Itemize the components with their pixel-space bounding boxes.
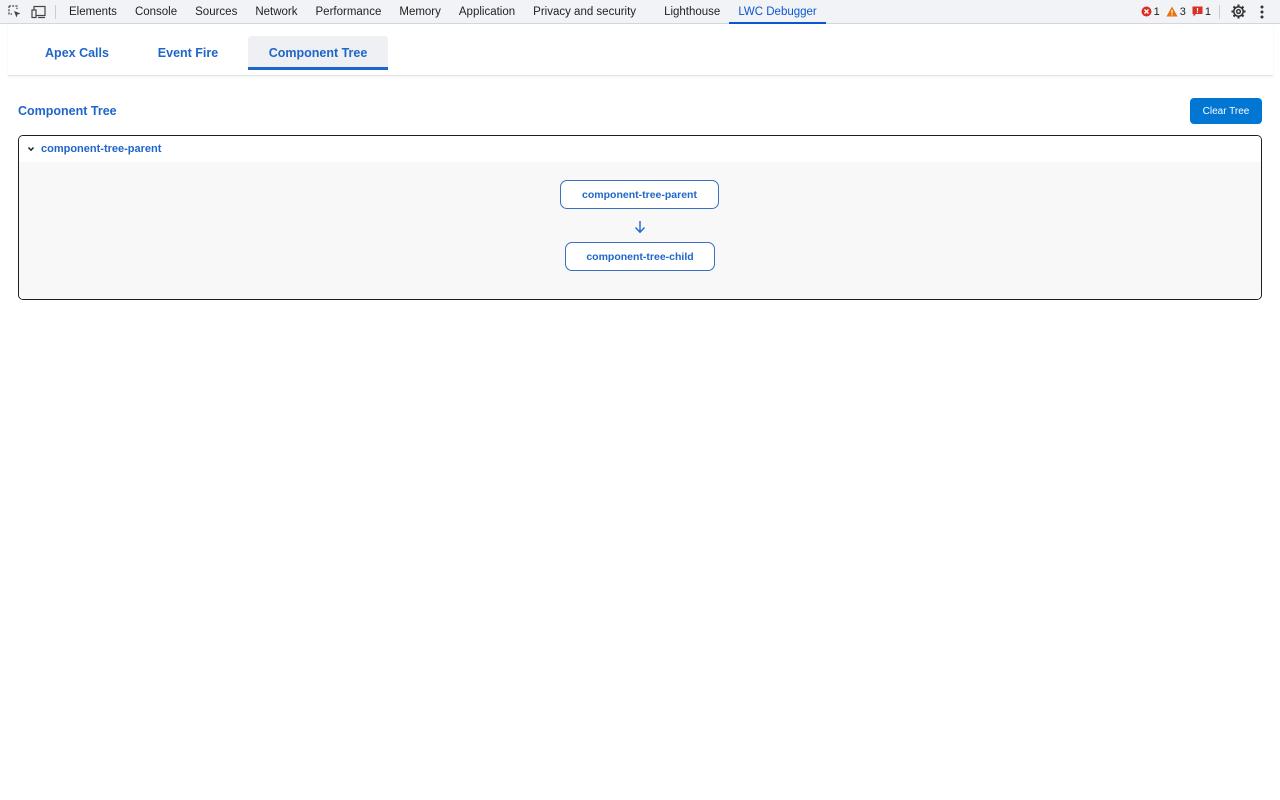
chevron-down-icon[interactable] [27, 145, 35, 153]
tab-apex-calls[interactable]: Apex Calls [25, 36, 129, 70]
gear-icon[interactable] [1226, 0, 1250, 24]
inspect-element-icon[interactable] [3, 0, 27, 24]
tab-component-tree[interactable]: Component Tree [248, 36, 388, 70]
tab-sources[interactable]: Sources [186, 0, 246, 23]
clear-tree-button[interactable]: Clear Tree [1190, 98, 1262, 124]
devtools-tabs: Elements Console Sources Network Perform… [60, 0, 827, 24]
tab-event-fire[interactable]: Event Fire [129, 36, 247, 70]
tab-console[interactable]: Console [126, 0, 186, 23]
more-vertical-icon[interactable] [1250, 0, 1274, 24]
issue-count: 1 [1204, 5, 1211, 18]
tab-elements[interactable]: Elements [60, 0, 126, 23]
tree-node-parent[interactable]: component-tree-parent [560, 180, 719, 209]
page-title: Component Tree [18, 104, 117, 118]
tree-node-child[interactable]: component-tree-child [565, 242, 715, 271]
tab-network[interactable]: Network [246, 0, 306, 23]
error-counter[interactable]: 1 [1141, 6, 1160, 18]
tab-lwc-debugger[interactable]: LWC Debugger [729, 0, 827, 24]
warning-counter[interactable]: 3 [1166, 6, 1186, 18]
tree-accordion-header[interactable]: component-tree-parent [19, 136, 1261, 162]
tree-diagram: component-tree-parent component-tree-chi… [19, 162, 1261, 299]
tree-root-label: component-tree-parent [41, 143, 162, 155]
devtools-toolbar: Elements Console Sources Network Perform… [0, 0, 1280, 24]
tab-application[interactable]: Application [450, 0, 524, 23]
toolbar-divider [55, 4, 56, 19]
error-icon [1141, 6, 1152, 17]
tab-performance[interactable]: Performance [307, 0, 391, 23]
panel-tabs: Apex Calls Event Fire Component Tree [8, 24, 1273, 76]
toolbar-divider [1219, 4, 1220, 19]
devtools-status-area: 1 3 1 [1141, 0, 1280, 23]
error-count: 1 [1153, 5, 1160, 18]
device-toolbar-icon[interactable] [27, 0, 51, 24]
component-tree-card: component-tree-parent component-tree-par… [18, 135, 1262, 300]
tab-memory[interactable]: Memory [390, 0, 450, 23]
tab-lighthouse[interactable]: Lighthouse [655, 0, 729, 23]
warning-icon [1166, 6, 1178, 17]
arrow-down-icon [634, 221, 646, 234]
issue-icon [1192, 6, 1203, 17]
issue-counter[interactable]: 1 [1192, 6, 1211, 18]
devtools-left-icons [0, 0, 51, 23]
tab-privacy-and-security[interactable]: Privacy and security [524, 0, 645, 23]
warning-count: 3 [1179, 5, 1186, 18]
